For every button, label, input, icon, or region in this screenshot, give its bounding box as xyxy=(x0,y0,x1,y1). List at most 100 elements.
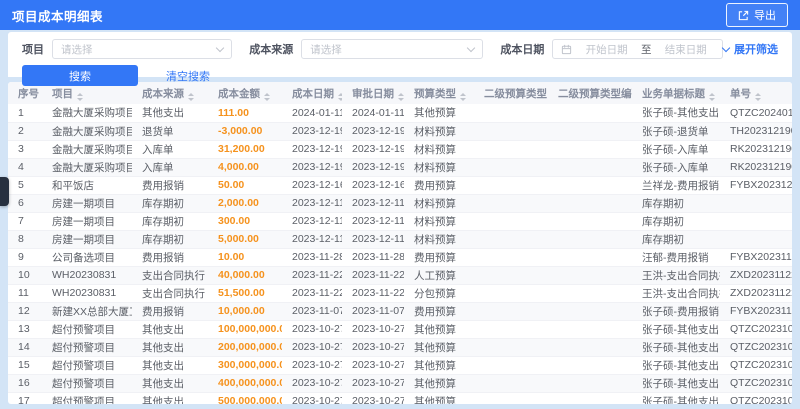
cost-source-select[interactable]: 请选择 xyxy=(301,39,484,59)
cell-doc_title: 张子硕-退货单 xyxy=(632,122,720,141)
expand-filters-label: 展开筛选 xyxy=(734,44,778,56)
table-row[interactable]: 7 房建一期项目 库存期初 300.00 2023-12-11 2023-12-11 材料预… xyxy=(8,212,792,231)
column-label: 预算类型 xyxy=(414,87,456,100)
column-label: 成本日期 xyxy=(292,87,334,100)
cell-sub_type xyxy=(474,158,548,177)
cell-cost_date: 2024-01-11 xyxy=(282,104,342,123)
end-date-placeholder: 结束日期 xyxy=(664,43,707,56)
cell-sub_code xyxy=(548,266,632,285)
start-date-placeholder: 开始日期 xyxy=(585,43,628,56)
cell-doc_title: 张子硕-其他支出 xyxy=(632,320,720,339)
chevron-down-icon xyxy=(467,43,476,52)
cell-audit_date: 2023-11-22 xyxy=(342,266,404,285)
cell-budget: 其他预算 xyxy=(404,374,474,393)
column-header-source[interactable]: 成本来源 xyxy=(132,82,208,104)
cell-audit_date: 2024-01-11 xyxy=(342,104,404,123)
cell-no: 9 xyxy=(8,248,42,267)
cell-amount: 50.00 xyxy=(208,176,282,195)
cell-doc_title: 张子硕-其他支出 xyxy=(632,338,720,357)
chevron-down-icon xyxy=(721,43,731,52)
table-row[interactable]: 16超付预警项目其他支出400,000,000.002023-10-272023… xyxy=(8,374,792,393)
left-edge-widget[interactable] xyxy=(0,177,9,206)
sort-icon[interactable] xyxy=(188,92,194,101)
table-row[interactable]: 13超付预警项目其他支出100,000,000.002023-10-272023… xyxy=(8,320,792,339)
cell-sub_type xyxy=(474,356,548,375)
export-label: 导出 xyxy=(754,10,776,22)
cell-project: 公司备选项目 xyxy=(42,248,132,267)
cell-source: 退货单 xyxy=(132,122,208,141)
column-header-sub_type[interactable]: 二级预算类型 xyxy=(474,82,548,104)
table-row[interactable]: 8 房建一期项目 库存期初 5,000.00 2023-12-11 2023-12-11 材… xyxy=(8,230,792,249)
clear-search-button[interactable]: 清空搜索 xyxy=(166,68,210,84)
cell-budget: 材料预算 xyxy=(404,194,474,213)
cell-cost_date: 2023-12-19 xyxy=(282,158,342,177)
table-row[interactable]: 9 公司备选项目 费用报销 10.00 2023-11-28 2023-11-28 费用预算… xyxy=(8,248,792,267)
sort-icon[interactable] xyxy=(77,92,83,101)
cell-source: 入库单 xyxy=(132,158,208,177)
cell-project: 新建XX总部大厦工程二期 xyxy=(42,302,132,321)
cell-doc_no: QTZC20231027002 xyxy=(720,374,792,393)
table-row[interactable]: 10 WH20230831 支出合同执行 40,000.00 2023-11-22 202… xyxy=(8,266,792,285)
column-header-doc_no[interactable]: 单号 xyxy=(720,82,792,104)
table-row[interactable]: 11 WH20230831 支出合同执行 51,500.00 2023-11-22 202… xyxy=(8,284,792,303)
column-header-amount[interactable]: 成本金额 xyxy=(208,82,282,104)
table-row[interactable]: 2 金融大厦采购项目 退货单 -3,000.00 2023-12-19 2023-12-1… xyxy=(8,122,792,141)
project-select[interactable]: 请选择 xyxy=(52,39,233,59)
table-row[interactable]: 15超付预警项目其他支出300,000,000.002023-10-272023… xyxy=(8,356,792,375)
cell-budget: 其他预算 xyxy=(404,356,474,375)
cell-doc_title: 张子硕-其他支出 xyxy=(632,392,720,404)
cell-project: 超付预警项目 xyxy=(42,320,132,339)
cell-amount: 2,000.00 xyxy=(208,194,282,213)
sort-icon[interactable] xyxy=(264,92,270,101)
cell-sub_code xyxy=(548,122,632,141)
cell-no: 10 xyxy=(8,266,42,285)
expand-filters-link[interactable]: 展开筛选 xyxy=(721,41,778,57)
cell-no: 12 xyxy=(8,302,42,321)
table-row[interactable]: 1 金融大厦采购项目 其他支出 111.00 2024-01-11 2024-01-11 其… xyxy=(8,104,792,123)
cell-sub_type xyxy=(474,320,548,339)
cell-sub_code xyxy=(548,320,632,339)
table-row[interactable]: 5 和平饭店 费用报销 50.00 2023-12-16 2023-12-16 费用预算 兰祥… xyxy=(8,176,792,195)
sort-icon[interactable] xyxy=(755,92,761,101)
cell-no: 3 xyxy=(8,140,42,159)
cell-sub_code xyxy=(548,392,632,404)
cell-cost_date: 2023-12-11 xyxy=(282,230,342,249)
cell-doc_title: 张子硕-入库单 xyxy=(632,158,720,177)
cell-cost_date: 2023-10-27 xyxy=(282,356,342,375)
cell-source: 费用报销 xyxy=(132,176,208,195)
cell-budget: 费用预算 xyxy=(404,176,474,195)
cell-budget: 其他预算 xyxy=(404,338,474,357)
search-button[interactable]: 搜索 xyxy=(22,65,138,86)
table-row[interactable]: 3 金融大厦采购项目 入库单 31,200.00 2023-12-19 2023-12-1… xyxy=(8,140,792,159)
cost-date-range-input[interactable]: 开始日期 至 结束日期 xyxy=(552,39,723,59)
table-row[interactable]: 17超付预警项目其他支出500,000,000.002023-10-272023… xyxy=(8,392,792,404)
table-row[interactable]: 14超付预警项目其他支出200,000,000.002023-10-272023… xyxy=(8,338,792,357)
column-header-budget[interactable]: 预算类型 xyxy=(404,82,474,104)
cell-audit_date: 2023-12-11 xyxy=(342,194,404,213)
cell-doc_no: ZXD20231122002 xyxy=(720,266,792,285)
column-header-cost_date[interactable]: 成本日期 xyxy=(282,82,342,104)
sort-icon[interactable] xyxy=(338,92,342,101)
cell-doc_title: 库存期初 xyxy=(632,194,720,213)
cell-audit_date: 2023-10-27 xyxy=(342,392,404,404)
cell-sub_type xyxy=(474,230,548,249)
column-label: 审批日期 xyxy=(352,87,394,100)
cell-sub_type xyxy=(474,122,548,141)
table-row[interactable]: 4 金融大厦采购项目 入库单 4,000.00 2023-12-19 2023-12-19… xyxy=(8,158,792,177)
source-select-placeholder: 请选择 xyxy=(310,43,342,56)
cell-doc_title: 汪郁-费用报销 xyxy=(632,248,720,267)
table-row[interactable]: 6 房建一期项目 库存期初 2,000.00 2023-12-11 2023-12-11 材… xyxy=(8,194,792,213)
sort-icon[interactable] xyxy=(398,92,404,101)
sort-icon[interactable] xyxy=(709,92,715,101)
cell-budget: 材料预算 xyxy=(404,122,474,141)
column-header-sub_code[interactable]: 二级预算类型编码 xyxy=(548,82,632,104)
column-label: 成本来源 xyxy=(142,87,184,100)
table-row[interactable]: 12新建XX总部大厦工程二期费用报销10,000.002023-11-07202… xyxy=(8,302,792,321)
cell-no: 15 xyxy=(8,356,42,375)
column-header-doc_title[interactable]: 业务单据标题 xyxy=(632,82,720,104)
column-header-audit_date[interactable]: 审批日期 xyxy=(342,82,404,104)
cell-source: 费用报销 xyxy=(132,248,208,267)
sort-icon[interactable] xyxy=(460,92,466,101)
cell-budget: 材料预算 xyxy=(404,158,474,177)
export-button[interactable]: 导出 xyxy=(726,3,788,27)
